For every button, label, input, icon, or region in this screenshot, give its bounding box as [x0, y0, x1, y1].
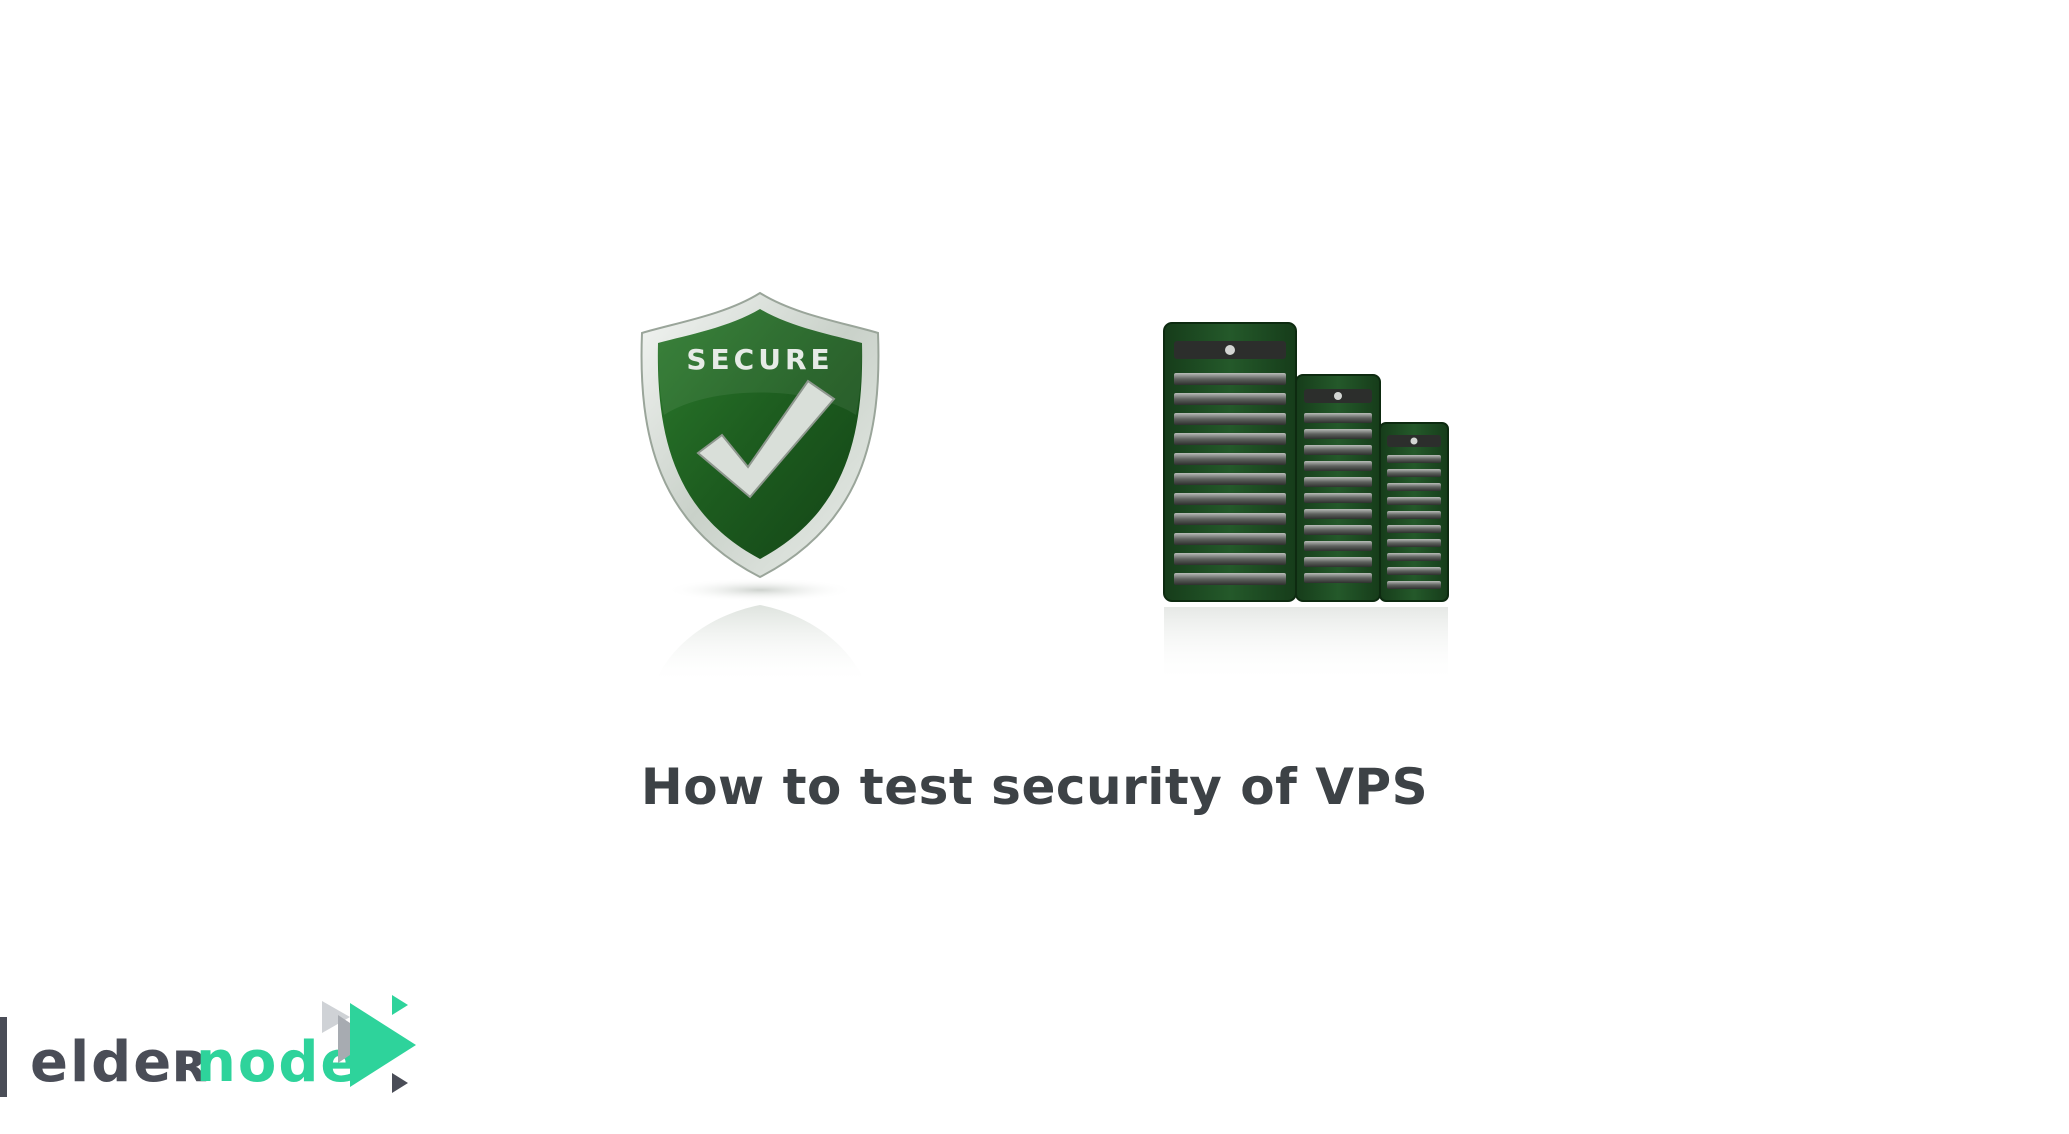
banner: SECURE How to test security of VPS eldeʀ…: [0, 0, 2069, 1134]
eldernode-logo: eldeʀ node: [0, 995, 430, 1105]
secure-label: SECURE: [686, 343, 833, 376]
svg-text:eldeʀ: eldeʀ: [30, 1030, 211, 1095]
svg-text:node: node: [196, 1030, 360, 1095]
secure-shield-illustration: SECURE: [630, 285, 890, 685]
shield-check-icon: SECURE: [640, 291, 880, 685]
play-arrows-logo-icon: eldeʀ node: [0, 995, 416, 1097]
server-racks-illustration: [1160, 315, 1460, 685]
page-title: How to test security of VPS: [640, 758, 1429, 816]
server-rack-icon: [1163, 322, 1449, 683]
